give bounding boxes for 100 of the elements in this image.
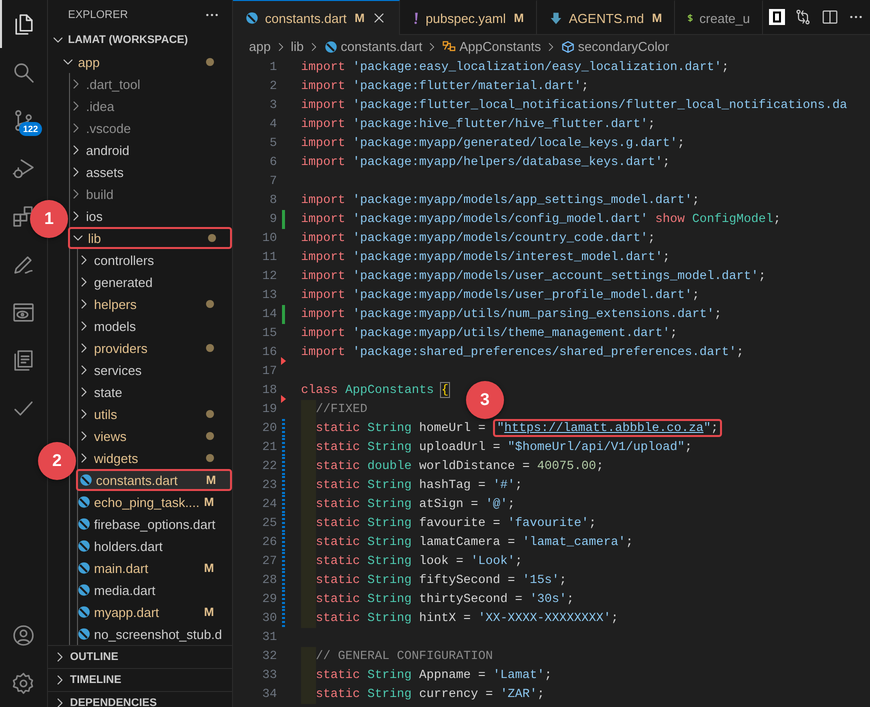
exclamation-icon xyxy=(412,11,420,25)
split-editor-icon[interactable] xyxy=(821,8,839,26)
file-icon xyxy=(324,40,338,54)
class-icon xyxy=(442,40,456,54)
code-line: import 'package:shared_preferences/shared_preferences.dart'; xyxy=(301,344,744,361)
tree-item[interactable]: .idea xyxy=(68,95,232,117)
breadcrumb-item[interactable]: secondaryColor xyxy=(561,39,670,54)
tree-item[interactable]: services xyxy=(76,359,232,381)
line-number: 28 xyxy=(233,571,301,590)
section-header[interactable]: OUTLINE xyxy=(48,645,232,668)
line-number: 34 xyxy=(261,686,278,703)
line-number: 17 xyxy=(261,363,278,380)
line-number: 5 xyxy=(268,135,278,152)
count-badge: 122 xyxy=(19,122,42,136)
editor-tab[interactable]: pubspec.yaml M xyxy=(400,0,537,35)
link[interactable]: https://lamatt.abbble.co.za xyxy=(504,421,704,435)
file-icon xyxy=(77,517,91,531)
workspace-header[interactable]: LAMAT (WORKSPACE) xyxy=(50,29,232,51)
code-line: import 'package:myapp/models/config_model.dart' show ConfigModel; xyxy=(301,211,781,228)
line-number: 3 xyxy=(268,97,278,114)
tree-item[interactable]: state xyxy=(76,381,232,403)
code-line: import 'package:myapp/models/user_profile_model.dart'; xyxy=(301,287,700,304)
code-line: import 'package:flutter_local_notifications/flutter_local_notifications.da xyxy=(301,97,848,114)
tree-item[interactable]: utils xyxy=(76,403,232,425)
code-line: import 'package:myapp/helpers/database_keys.dart'; xyxy=(301,154,670,171)
arrow-down-icon xyxy=(548,11,563,25)
dollar-icon xyxy=(687,11,694,25)
file-icon xyxy=(79,473,93,487)
code-line: static String Appname = 'Lamat'; xyxy=(316,667,552,684)
square-icon[interactable] xyxy=(769,9,785,25)
tree-item[interactable]: main.dart M xyxy=(76,557,232,579)
code-line: // GENERAL CONFIGURATION xyxy=(316,648,493,665)
field-icon xyxy=(561,40,576,54)
section-header[interactable]: DEPENDENCIES xyxy=(48,691,232,707)
line-number: 10 xyxy=(261,230,278,247)
line-number: 24 xyxy=(233,495,301,514)
tree-item[interactable]: helpers xyxy=(76,293,232,315)
line-number: 20 xyxy=(233,419,301,438)
line-number: 12 xyxy=(261,268,278,285)
tree-item[interactable]: .vscode xyxy=(68,117,232,139)
tree-item[interactable]: lib xyxy=(68,227,232,249)
tree-item[interactable]: generated xyxy=(76,271,232,293)
git-status-letter: M xyxy=(204,495,214,509)
code-line: static String currency = 'ZAR'; xyxy=(316,686,545,703)
file-icon xyxy=(245,11,259,25)
line-number: 2 xyxy=(268,78,278,95)
tree-item[interactable]: firebase_options.dart xyxy=(76,513,232,535)
line-number: 6 xyxy=(268,154,278,171)
code-line: static String uploadUrl = "$homeUrl/api/V1/upload"; xyxy=(316,439,692,456)
line-number: 11 xyxy=(261,249,278,266)
line-number: 4 xyxy=(268,116,278,133)
tree-item[interactable]: no_screenshot_stub.d xyxy=(76,623,232,645)
tree-item[interactable]: android xyxy=(68,139,232,161)
line-number: 21 xyxy=(233,438,301,457)
code-line: import 'package:myapp/models/interest_model.dart'; xyxy=(301,249,670,266)
breadcrumb-item[interactable]: app xyxy=(249,39,271,54)
code-line: import 'package:flutter/material.dart'; xyxy=(301,78,589,95)
breadcrumb-item[interactable]: constants.dart xyxy=(324,39,422,54)
code-line: static String homeUrl = "https://lamatt.abbble.co.za"; xyxy=(316,419,722,438)
tree-item[interactable]: echo_ping_task.... M xyxy=(76,491,232,513)
code-line: static String favourite = 'favourite'; xyxy=(316,515,596,532)
account-icon[interactable] xyxy=(11,622,36,648)
git-status-letter: M xyxy=(204,561,214,575)
tree-item[interactable]: myapp.dart M xyxy=(76,601,232,623)
tree-item[interactable]: build xyxy=(68,183,232,205)
breadcrumb-item[interactable]: AppConstants xyxy=(442,39,542,54)
code-line: import 'package:hive_flutter/hive_flutter.dart'; xyxy=(301,116,656,133)
line-number: 32 xyxy=(261,648,278,665)
tree-item[interactable]: constants.dart M xyxy=(76,469,232,491)
line-number: 25 xyxy=(233,514,301,533)
editor-tab[interactable]: AGENTS.md M xyxy=(536,0,675,35)
panel-title: EXPLORER xyxy=(68,8,128,20)
editor-tab[interactable]: constants.dart M xyxy=(233,0,400,35)
line-number: 30 xyxy=(233,609,301,628)
section-header[interactable]: TIMELINE xyxy=(48,668,232,691)
tree-item[interactable]: assets xyxy=(68,161,232,183)
tree-item[interactable]: app xyxy=(60,51,232,73)
line-number: 18 xyxy=(233,381,301,400)
compare-icon[interactable] xyxy=(794,8,812,26)
tree-item[interactable]: views xyxy=(76,425,232,447)
tree-item[interactable]: providers xyxy=(76,337,232,359)
tree-item[interactable]: ios xyxy=(68,205,232,227)
code-line: static String look = 'Look'; xyxy=(316,553,522,570)
settings-icon[interactable] xyxy=(11,670,36,696)
code-line: static String lamatCamera = 'lamat_camera'; xyxy=(316,534,634,551)
tree-item[interactable]: holders.dart xyxy=(76,535,232,557)
code-line: static String atSign = '@'; xyxy=(316,496,516,513)
tree-item[interactable]: models xyxy=(76,315,232,337)
code-line: static String hintX = 'XX-XXXX-XXXXXXXX'; xyxy=(316,610,618,627)
code-line: import 'package:easy_localization/easy_localization.dart'; xyxy=(301,59,730,76)
breadcrumb-item[interactable]: lib xyxy=(290,39,304,54)
line-number: 1 xyxy=(268,59,278,76)
line-number: 26 xyxy=(233,533,301,552)
line-number: 15 xyxy=(261,325,278,342)
tree-item[interactable]: widgets xyxy=(76,447,232,469)
code-line: import 'package:myapp/utils/num_parsing_extensions.dart'; xyxy=(301,306,722,323)
code-line: import 'package:myapp/models/app_settings_model.dart'; xyxy=(301,192,700,209)
tree-item[interactable]: media.dart xyxy=(76,579,232,601)
tree-item[interactable]: .dart_tool xyxy=(68,73,232,95)
tree-item[interactable]: controllers xyxy=(76,249,232,271)
